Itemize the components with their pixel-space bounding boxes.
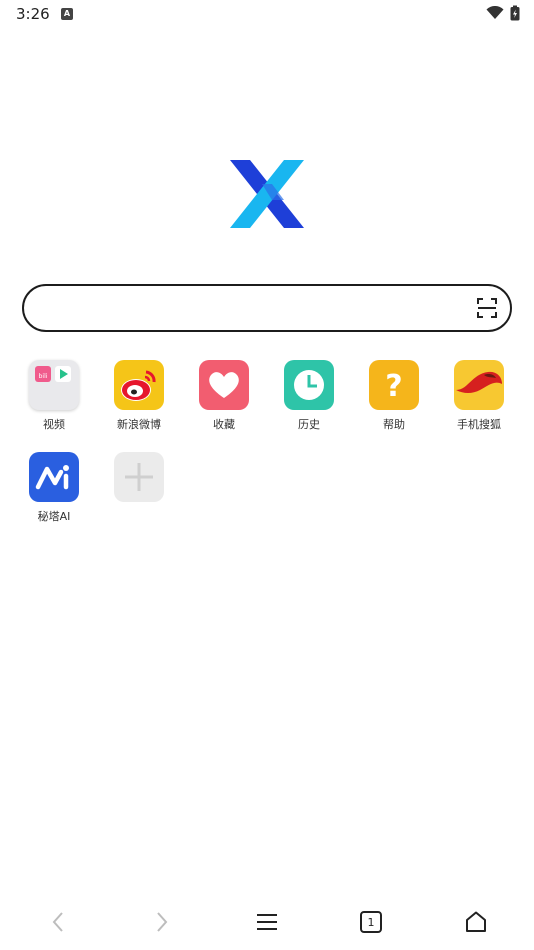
- status-icons: [486, 5, 520, 21]
- status-time: 3:26: [16, 5, 50, 23]
- tabs-button[interactable]: 1: [357, 908, 385, 936]
- forward-button[interactable]: [148, 908, 176, 936]
- tabs-icon: 1: [360, 911, 382, 933]
- sohu-icon: [454, 360, 504, 410]
- shortcut-metaso[interactable]: 秘塔AI: [14, 452, 94, 532]
- svg-text:bili: bili: [39, 373, 48, 380]
- tabs-count: 1: [367, 915, 375, 929]
- shortcut-add[interactable]: [99, 452, 179, 532]
- menu-icon: [257, 914, 277, 930]
- shortcut-help[interactable]: ? 帮助: [354, 360, 434, 440]
- wifi-icon: [486, 6, 504, 19]
- battery-charging-icon: [510, 5, 520, 21]
- shortcut-label: 收藏: [213, 418, 235, 431]
- shortcut-label: 历史: [298, 418, 320, 431]
- shortcut-sohu[interactable]: 手机搜狐: [439, 360, 519, 440]
- shortcut-label: 新浪微博: [117, 418, 161, 431]
- svg-text:?: ?: [385, 369, 402, 404]
- shortcut-label: 视频: [43, 418, 65, 431]
- home-button[interactable]: [462, 908, 490, 936]
- metaso-icon: [29, 452, 79, 502]
- shortcut-history[interactable]: 历史: [269, 360, 349, 440]
- clock-icon: [284, 360, 334, 410]
- shortcut-weibo[interactable]: 新浪微博: [99, 360, 179, 440]
- chevron-left-icon: [52, 912, 63, 932]
- android-a-icon: A: [61, 8, 73, 20]
- question-icon: ?: [369, 360, 419, 410]
- video-folder-icon: bili: [29, 360, 79, 410]
- shortcut-video[interactable]: bili 视频: [14, 360, 94, 440]
- add-icon: [114, 452, 164, 502]
- x-browser-logo: [228, 158, 306, 230]
- back-button[interactable]: [44, 908, 72, 936]
- menu-button[interactable]: [253, 908, 281, 936]
- shortcut-favorites[interactable]: 收藏: [184, 360, 264, 440]
- status-bar: 3:26 A: [0, 0, 534, 28]
- search-input[interactable]: [46, 296, 466, 322]
- search-bar[interactable]: [22, 284, 512, 332]
- shortcut-label: 帮助: [383, 418, 405, 431]
- weibo-icon: [114, 360, 164, 410]
- shortcut-label: 秘塔AI: [37, 510, 71, 523]
- bottom-nav: 1: [0, 896, 534, 948]
- heart-icon: [199, 360, 249, 410]
- home-icon: [466, 911, 486, 932]
- chevron-right-icon: [157, 912, 168, 932]
- shortcut-label: 手机搜狐: [457, 418, 501, 431]
- scan-icon[interactable]: [476, 297, 498, 319]
